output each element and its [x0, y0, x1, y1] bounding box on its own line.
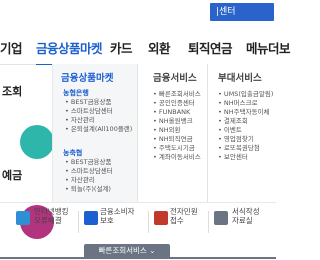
center-button[interactable]: |센터 [210, 3, 274, 21]
divider [78, 211, 79, 233]
list-item[interactable]: • UMS(입출금알림) [218, 90, 273, 99]
quick-item-consumer-protection[interactable]: 금융소비자 보호 [100, 207, 135, 225]
list-item[interactable]: • 은퇴설계(All100플랜) [65, 125, 132, 134]
list-item[interactable]: • 결제조회 [218, 117, 273, 126]
list-item[interactable]: • FUNBANK [153, 108, 201, 117]
list-item[interactable]: • NH머스크로 [218, 99, 273, 108]
divider [208, 211, 209, 233]
list-item[interactable]: • 스마트상담센터 [65, 167, 113, 176]
gnb-item-foreign-exchange[interactable]: 외환 [148, 38, 171, 57]
gnb-item-enterprise[interactable]: 기업 [0, 38, 23, 57]
mega-col-financial-service: 금융서비스 • 빠른조회서비스 • 공인인증센터 • FUNBANK • NH올… [145, 64, 205, 202]
group-list-bank: • BEST금융상품 • 스마트상담센터 • 자산관리 • 은퇴설계(All10… [65, 98, 132, 134]
gnb-item-card[interactable]: 카드 [110, 38, 133, 57]
list-item[interactable]: • NH주택자동이체 [218, 108, 273, 117]
mega-col-financial-market: 금융상품마켓 농협은행 • BEST금융상품 • 스마트상담센터 • 자산관리 … [53, 64, 138, 202]
divider [148, 211, 149, 233]
list-item[interactable]: • 빠른조회서비스 [153, 90, 201, 99]
list-item[interactable]: • 공인인증센터 [153, 99, 201, 108]
gnb-item-more-menu[interactable]: 메뉴더보 [246, 38, 291, 57]
list-item[interactable]: • 로또복권당첨 [218, 144, 273, 153]
deposit-label[interactable]: 예금 [2, 167, 22, 183]
list-item[interactable]: • NH퇴직연금 [153, 135, 201, 144]
bottom-bar: 빠른조회서비스 ⌄ [0, 242, 276, 260]
list-item[interactable]: • 주택도시기금 [153, 144, 201, 153]
list-item[interactable]: • NH외환 [153, 126, 201, 135]
group-list-coop: • BEST금융상품 • 스마트상담센터 • 자산관리 • 퇴놀(주)(설계) [65, 158, 113, 194]
list-item[interactable]: • 스마트상담센터 [65, 107, 132, 116]
form-library-icon[interactable] [214, 211, 228, 225]
inquiry-label[interactable]: 조회 [2, 83, 22, 99]
additional-list: • UMS(입출금알림) • NH머스크로 • NH주택자동이체 • 결제조회 … [218, 90, 273, 162]
list-item[interactable]: • 계좌이동서비스 [153, 153, 201, 162]
gnb-item-retirement-pension[interactable]: 퇴직연금 [188, 38, 233, 57]
consumer-protection-icon[interactable] [84, 211, 98, 225]
quick-inquiry-toggle[interactable]: 빠른조회서비스 ⌄ [84, 244, 170, 258]
mega-col-title[interactable]: 금융서비스 [153, 70, 197, 84]
mega-col-title[interactable]: 금융상품마켓 [61, 70, 113, 84]
gnb-item-financial-market[interactable]: 금융상품마켓 [36, 38, 103, 57]
group-title-nonghyup-coop[interactable]: 농축협 [63, 148, 82, 158]
main-navigation: 기업 금융상품마켓 카드 외환 퇴직연금 메뉴더보 [0, 30, 291, 65]
inquiry-circle-icon[interactable] [20, 125, 54, 159]
quick-item-e-complaint[interactable]: 전자민원 접수 [170, 207, 198, 225]
quick-item-error-fix[interactable]: 인터넷뱅킹 오류해결 [34, 207, 69, 225]
top-strip: |센터 [0, 0, 276, 30]
mega-col-additional-service: 부대서비스 • UMS(입출금알림) • NH머스크로 • NH주택자동이체 •… [207, 64, 282, 202]
list-item[interactable]: • 자산관리 [65, 116, 132, 125]
list-item[interactable]: • NH올원뱅크 [153, 117, 201, 126]
list-item[interactable]: • BEST금융상품 [65, 158, 113, 167]
list-item[interactable]: • 퇴놀(주)(설계) [65, 185, 113, 194]
mega-menu-panel: 금융상품마켓 농협은행 • BEST금융상품 • 스마트상담센터 • 자산관리 … [52, 64, 277, 202]
quick-menu-row: 인터넷뱅킹 오류해결 금융소비자 보호 전자민원 접수 서식작성 자료실 [0, 202, 276, 243]
group-title-nonghyup-bank[interactable]: 농협은행 [63, 88, 89, 98]
e-complaint-icon[interactable] [154, 211, 168, 225]
mega-col-title[interactable]: 부대서비스 [218, 70, 262, 84]
left-quick-column: 조회 예금 [0, 65, 54, 239]
list-item[interactable]: • 보안센터 [218, 153, 273, 162]
list-item[interactable]: • 자산관리 [65, 176, 113, 185]
list-item[interactable]: • BEST금융상품 [65, 98, 132, 107]
quick-item-form-library[interactable]: 서식작성 자료실 [232, 207, 260, 225]
internet-banking-icon[interactable] [16, 211, 30, 225]
service-list: • 빠른조회서비스 • 공인인증센터 • FUNBANK • NH올원뱅크 • … [153, 90, 201, 162]
toggle-line [0, 257, 276, 259]
list-item[interactable]: • 이벤트 [218, 126, 273, 135]
list-item[interactable]: • 영업점찾기 [218, 135, 273, 144]
